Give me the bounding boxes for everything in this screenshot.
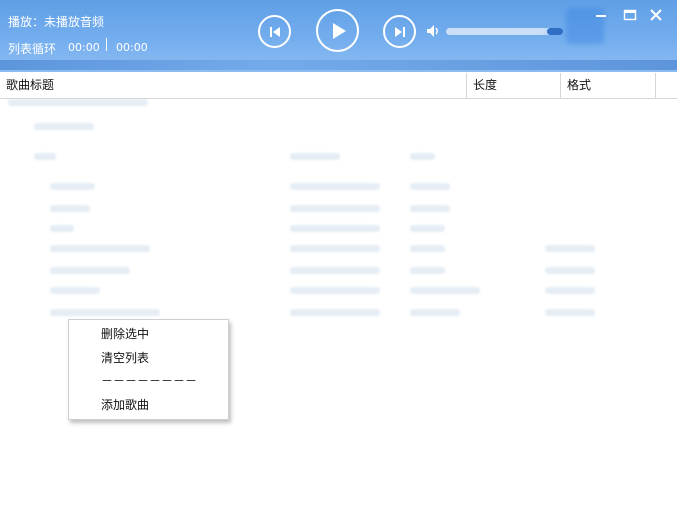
column-format[interactable]: 格式	[560, 73, 656, 98]
close-icon[interactable]	[649, 8, 663, 22]
menu-item-add-song[interactable]: 添加歌曲	[69, 394, 228, 416]
maximize-icon[interactable]	[623, 8, 637, 22]
current-time: 00:00	[68, 41, 100, 54]
menu-item-clear-list[interactable]: 清空列表	[69, 347, 228, 369]
play-button[interactable]	[316, 9, 359, 52]
play-mode-toggle[interactable]: 列表循环	[8, 40, 56, 57]
minimize-icon[interactable]	[594, 8, 608, 22]
next-button[interactable]	[383, 15, 416, 48]
volume-slider[interactable]	[446, 28, 563, 35]
menu-separator: －－－－－－－－	[101, 374, 198, 388]
total-time: 00:00	[116, 41, 148, 54]
skip-next-icon	[394, 26, 405, 37]
speaker-icon[interactable]	[426, 24, 440, 38]
song-list-header: 歌曲标题 长度 格式	[0, 73, 677, 99]
blurred-strip	[0, 60, 677, 70]
column-title[interactable]: 歌曲标题	[6, 73, 464, 98]
player-header: 播放：未播放音频 列表循环 00:00 00:00	[0, 0, 677, 72]
skip-previous-icon	[269, 26, 280, 37]
previous-button[interactable]	[258, 15, 291, 48]
menu-item-delete-selected[interactable]: 删除选中	[69, 323, 228, 345]
background-ghost	[0, 99, 677, 506]
now-playing-label: 播放：未播放音频	[8, 15, 105, 29]
volume-knob[interactable]	[547, 28, 563, 35]
volume-fill	[446, 28, 546, 35]
play-icon	[332, 22, 346, 39]
context-menu: 删除选中 清空列表 －－－－－－－－ 添加歌曲	[68, 319, 229, 420]
time-separator	[106, 38, 107, 51]
column-length[interactable]: 长度	[466, 73, 560, 98]
